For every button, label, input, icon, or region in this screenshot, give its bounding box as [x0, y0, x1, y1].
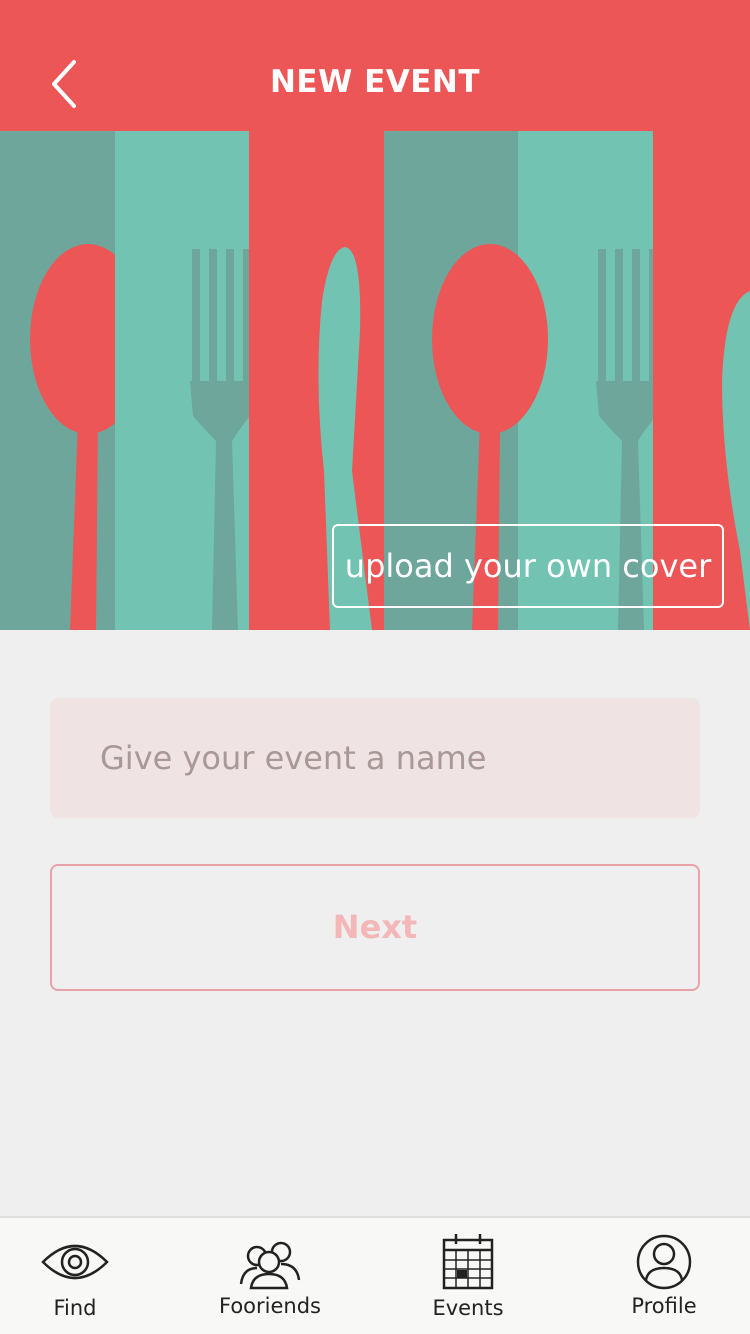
tab-profile[interactable]: Profile	[589, 1218, 739, 1334]
tab-events[interactable]: Events	[393, 1218, 543, 1334]
next-button[interactable]: Next	[50, 864, 700, 991]
tab-find[interactable]: Find	[0, 1218, 150, 1334]
page-title: NEW EVENT	[269, 64, 481, 100]
tab-fooriends-label: Fooriends	[219, 1294, 321, 1318]
header-bar: NEW EVENT	[0, 0, 750, 131]
tab-events-label: Events	[432, 1296, 504, 1320]
tab-profile-label: Profile	[631, 1294, 697, 1318]
event-name-input[interactable]	[50, 698, 700, 818]
bottom-tab-bar: Find Fooriends Events Profile	[0, 1216, 750, 1334]
calendar-icon	[393, 1232, 543, 1292]
friends-icon	[195, 1232, 345, 1292]
tab-fooriends[interactable]: Fooriends	[195, 1218, 345, 1334]
user-circle-icon	[589, 1232, 739, 1292]
upload-cover-button[interactable]: upload your own cover	[332, 524, 724, 608]
eye-icon	[0, 1232, 150, 1292]
tab-find-label: Find	[53, 1296, 97, 1320]
